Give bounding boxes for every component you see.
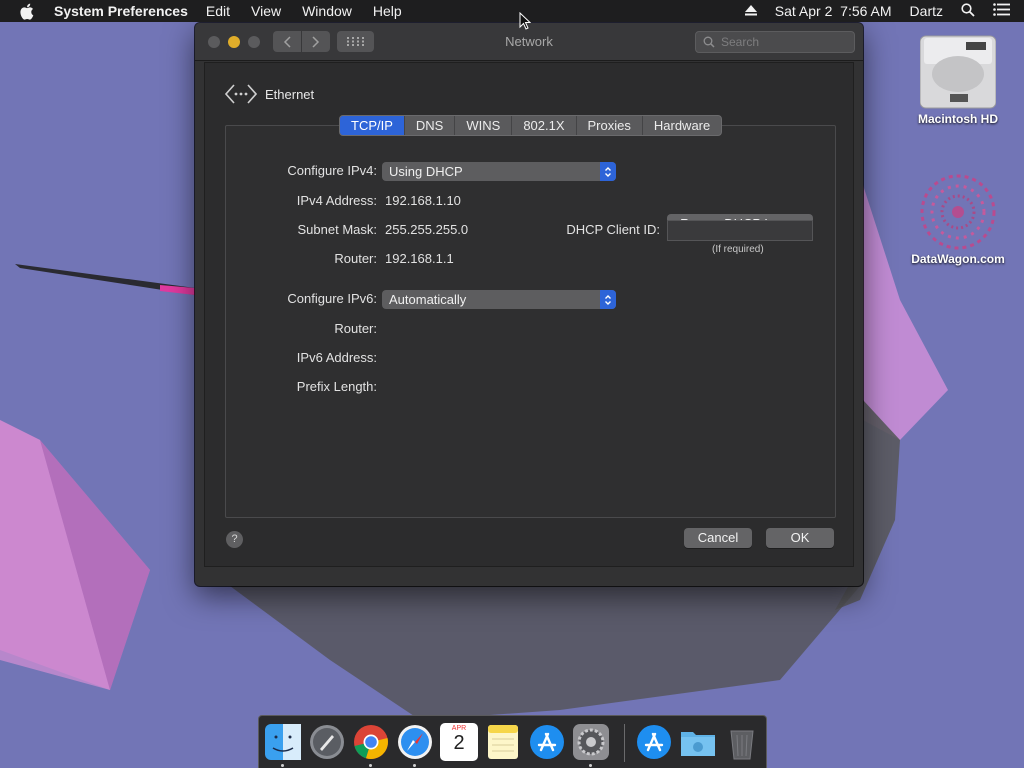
search-icon — [703, 36, 715, 48]
calendar-day: 2 — [453, 732, 465, 754]
router-label: Router: — [334, 251, 377, 266]
window-menu[interactable]: Window — [302, 3, 352, 19]
desktop-icon-macintosh-hd[interactable]: Macintosh HD — [903, 32, 1013, 126]
app-store-downloads-icon[interactable] — [635, 723, 673, 761]
desktop-icon-label: DataWagon.com — [911, 252, 1005, 266]
router-value: 192.168.1.1 — [385, 251, 454, 266]
dhcp-client-id-label: DHCP Client ID: — [566, 222, 660, 237]
view-menu[interactable]: View — [251, 3, 281, 19]
ipv6-router-label: Router: — [334, 321, 377, 336]
downloads-folder-icon[interactable] — [679, 723, 717, 761]
subnet-mask-label: Subnet Mask: — [297, 222, 378, 237]
configure-ipv6-value: Automatically — [389, 292, 467, 307]
popup-stepper-icon — [600, 162, 616, 181]
running-indicator — [589, 764, 592, 767]
interface-header: Ethernet — [225, 83, 314, 105]
calendar-month: APR — [451, 725, 467, 732]
tab-tcpip[interactable]: TCP/IP — [340, 116, 405, 135]
popup-stepper-icon — [600, 290, 616, 309]
trash-icon[interactable] — [723, 723, 761, 761]
desktop-icon-label: Macintosh HD — [917, 112, 998, 126]
configure-ipv4-label: Configure IPv4: — [287, 163, 377, 178]
settings-panel — [225, 125, 836, 518]
app-menu[interactable]: System Preferences — [54, 3, 188, 19]
datawagon-logo-icon — [920, 174, 996, 250]
app-store-icon[interactable] — [528, 723, 566, 761]
tab-bar: TCP/IP DNS WINS 802.1X Proxies Hardware — [339, 115, 723, 136]
cancel-button[interactable]: Cancel — [684, 528, 752, 548]
tab-proxies[interactable]: Proxies — [577, 116, 643, 135]
finder-icon[interactable] — [264, 723, 302, 761]
tab-dns[interactable]: DNS — [405, 116, 456, 135]
ipv4-address-value: 192.168.1.10 — [385, 193, 461, 208]
help-button[interactable]: ? — [226, 531, 243, 548]
ipv6-address-label: IPv6 Address: — [296, 350, 377, 365]
safari-icon[interactable] — [396, 723, 434, 761]
prefix-length-label: Prefix Length: — [296, 379, 377, 394]
clock[interactable]: Sat Apr 2 7:56 AM — [775, 3, 892, 19]
configure-ipv4-popup[interactable]: Using DHCP — [382, 162, 616, 181]
edit-menu[interactable]: Edit — [206, 3, 230, 19]
configure-ipv4-value: Using DHCP — [389, 164, 463, 179]
subnet-mask-value: 255.255.255.0 — [385, 222, 469, 237]
menu-bar: System Preferences Edit View Window Help… — [0, 0, 1024, 22]
search-field[interactable]: Search — [695, 31, 855, 53]
network-window: Network Search Ethernet TCP/IP DNS WINS … — [195, 23, 863, 586]
ethernet-icon — [225, 84, 257, 104]
running-indicator — [369, 764, 372, 767]
tab-8021x[interactable]: 802.1X — [512, 116, 577, 135]
user-menu[interactable]: Dartz — [910, 3, 943, 19]
launchpad-icon[interactable] — [308, 723, 346, 761]
configure-ipv6-popup[interactable]: Automatically — [382, 290, 616, 309]
dhcp-client-id-hint: (If required) — [712, 244, 764, 255]
calendar-icon[interactable]: APR 2 — [440, 723, 478, 761]
help-menu[interactable]: Help — [373, 3, 402, 19]
apple-menu-icon[interactable] — [19, 3, 37, 20]
tab-hardware[interactable]: Hardware — [643, 116, 721, 135]
tab-wins[interactable]: WINS — [455, 116, 513, 135]
dock: APR 2 — [258, 715, 767, 768]
ipv4-address-label: IPv4 Address: — [296, 193, 377, 208]
search-placeholder: Search — [721, 35, 760, 49]
interface-name: Ethernet — [265, 86, 315, 102]
notes-icon[interactable] — [484, 723, 522, 761]
spotlight-search-icon[interactable] — [961, 2, 975, 20]
dock-separator — [624, 724, 625, 762]
notification-center-icon[interactable] — [993, 3, 1010, 19]
running-indicator — [281, 764, 284, 767]
mouse-cursor-icon — [519, 12, 531, 30]
eject-icon[interactable] — [744, 3, 757, 19]
chrome-icon[interactable] — [352, 723, 390, 761]
ok-button[interactable]: OK — [766, 528, 834, 548]
network-content: Ethernet TCP/IP DNS WINS 802.1X Proxies … — [204, 62, 854, 567]
dhcp-client-id-field[interactable] — [667, 220, 813, 241]
configure-ipv6-label: Configure IPv6: — [287, 291, 377, 306]
hard-drive-icon — [920, 35, 996, 109]
running-indicator — [413, 764, 416, 767]
desktop-icon-datawagon[interactable]: DataWagon.com — [903, 172, 1013, 266]
system-preferences-icon[interactable] — [572, 723, 610, 761]
